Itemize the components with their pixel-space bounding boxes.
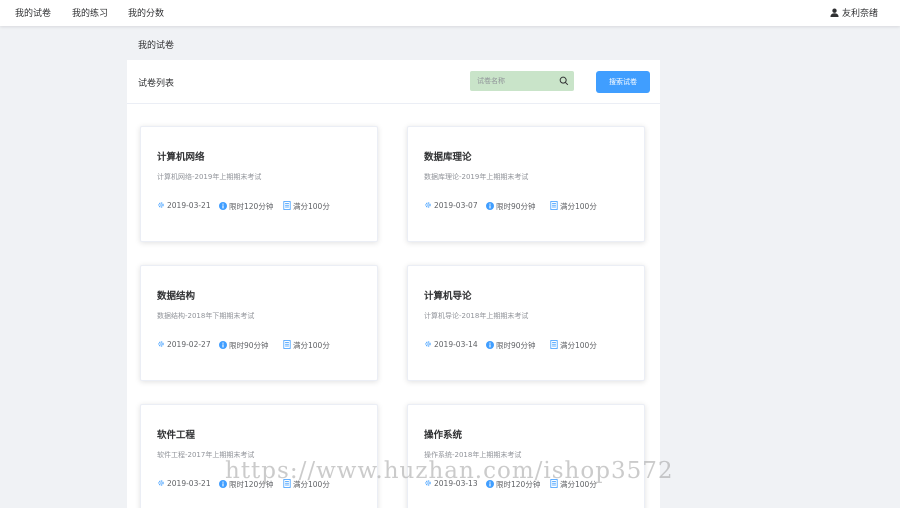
paper-date: 2019-03-07 (424, 201, 478, 210)
gear-icon (425, 202, 431, 208)
gear-icon (158, 202, 164, 208)
paper-score-value: 满分100分 (560, 341, 597, 350)
paper-card[interactable]: 计算机网络 计算机网络-2019年上期期末考试 2019-03-21 限时120… (140, 126, 378, 242)
info-icon (486, 202, 494, 210)
document-icon (283, 340, 291, 349)
nav-item-my-scores[interactable]: 我的分数 (128, 6, 164, 19)
paper-full-score: 满分100分 (550, 201, 597, 212)
gear-icon (425, 341, 431, 347)
paper-date-value: 2019-03-07 (434, 201, 478, 210)
watermark: https://www.huzhan.com/ishop3572 (225, 458, 674, 484)
paper-score-value: 满分100分 (293, 341, 330, 350)
paper-title: 数据库理论 (424, 152, 472, 163)
paper-date-value: 2019-03-21 (167, 201, 211, 210)
paper-card[interactable]: 软件工程 软件工程-2017年上期期末考试 2019-03-21 限时120分钟… (140, 404, 378, 508)
paper-time-value: 限时90分钟 (229, 341, 269, 350)
nav-item-my-practice[interactable]: 我的练习 (72, 6, 108, 19)
user-name: 友利奈绪 (841, 9, 878, 19)
paper-card[interactable]: 计算机导论 计算机导论-2018年上期期末考试 2019-03-14 限时90分… (407, 265, 645, 381)
paper-time-value: 限时90分钟 (496, 202, 536, 211)
panel-title: 试卷列表 (138, 79, 175, 89)
paper-date: 2019-03-21 (157, 201, 211, 210)
paper-description: 计算机导论-2018年上期期末考试 (424, 312, 529, 320)
paper-description: 计算机网络-2019年上期期末考试 (157, 173, 262, 181)
paper-date: 2019-03-14 (424, 340, 478, 349)
paper-score-value: 满分100分 (293, 202, 330, 211)
info-icon (219, 341, 227, 349)
user-icon (830, 8, 839, 17)
paper-title: 计算机网络 (157, 152, 205, 163)
gear-icon (158, 341, 164, 347)
paper-time-limit: 限时90分钟 (486, 340, 536, 351)
info-icon (486, 341, 494, 349)
paper-score-value: 满分100分 (560, 202, 597, 211)
paper-card[interactable]: 数据结构 数据结构-2018年下期期末考试 2019-02-27 限时90分钟 … (140, 265, 378, 381)
paper-time-limit: 限时90分钟 (219, 340, 269, 351)
paper-date-value: 2019-03-21 (167, 479, 211, 488)
search-box (470, 71, 574, 91)
paper-time-limit: 限时120分钟 (219, 201, 273, 212)
document-icon (283, 201, 291, 210)
paper-title: 计算机导论 (424, 291, 472, 302)
document-icon (550, 201, 558, 210)
paper-time-limit: 限时90分钟 (486, 201, 536, 212)
paper-date-value: 2019-03-14 (434, 340, 478, 349)
nav-item-my-papers[interactable]: 我的试卷 (15, 6, 51, 19)
paper-time-value: 限时120分钟 (229, 202, 274, 211)
paper-description: 数据结构-2018年下期期末考试 (157, 312, 255, 320)
paper-title: 操作系统 (424, 430, 463, 441)
paper-full-score: 满分100分 (283, 340, 330, 351)
paper-card[interactable]: 操作系统 操作系统-2018年上期期末考试 2019-03-13 限时120分钟… (407, 404, 645, 508)
paper-full-score: 满分100分 (550, 340, 597, 351)
search-paper-button[interactable]: 搜索试卷 (596, 71, 650, 93)
panel-header: 试卷列表 搜索试卷 (127, 60, 660, 104)
paper-date: 2019-02-27 (157, 340, 211, 349)
paper-full-score: 满分100分 (283, 201, 330, 212)
top-nav: 我的试卷 我的练习 我的分数 友利奈绪 (0, 0, 900, 26)
document-icon (550, 340, 558, 349)
search-icon[interactable] (559, 76, 569, 86)
paper-title: 软件工程 (157, 430, 196, 441)
search-input[interactable] (470, 71, 556, 91)
paper-date-value: 2019-02-27 (167, 340, 211, 349)
user-menu[interactable]: 友利奈绪 (830, 6, 878, 19)
gear-icon (158, 480, 164, 486)
paper-list-panel: 试卷列表 搜索试卷 计算机网络 计算机网络-2019年上期期末考试 2019-0… (127, 60, 660, 508)
paper-date: 2019-03-21 (157, 479, 211, 488)
info-icon (219, 202, 227, 210)
paper-title: 数据结构 (157, 291, 196, 302)
paper-time-value: 限时90分钟 (496, 341, 536, 350)
paper-description: 数据库理论-2019年上期期末考试 (424, 173, 529, 181)
breadcrumb: 我的试卷 (138, 41, 175, 51)
paper-card[interactable]: 数据库理论 数据库理论-2019年上期期末考试 2019-03-07 限时90分… (407, 126, 645, 242)
